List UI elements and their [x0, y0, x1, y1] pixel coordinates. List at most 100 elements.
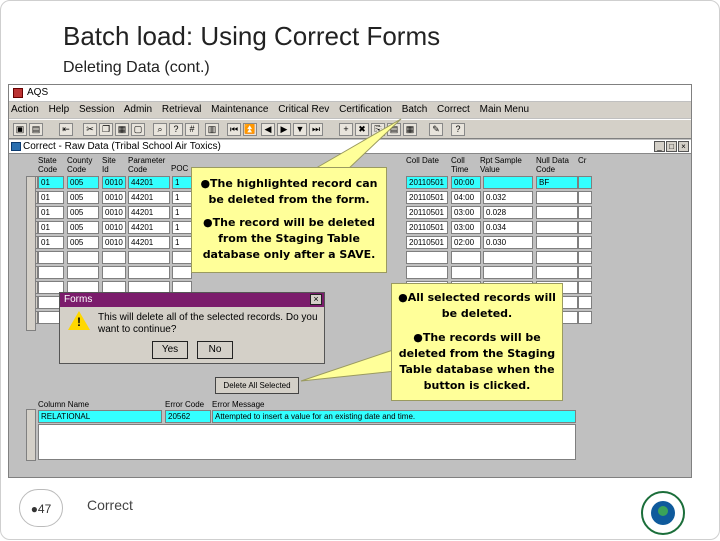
- menu-help[interactable]: Help: [49, 104, 70, 115]
- grid-cell[interactable]: [578, 176, 592, 189]
- menu-maintenance[interactable]: Maintenance: [211, 104, 268, 115]
- menu-main-menu[interactable]: Main Menu: [480, 104, 529, 115]
- menu-critical-rev[interactable]: Critical Rev: [278, 104, 329, 115]
- grid-cell[interactable]: 0010: [102, 206, 126, 219]
- clear-icon[interactable]: ▢: [131, 123, 145, 136]
- next-icon[interactable]: ▶: [277, 123, 291, 136]
- tools-icon[interactable]: ✎: [429, 123, 443, 136]
- grid-cell[interactable]: [578, 236, 592, 249]
- grid-cell[interactable]: [451, 251, 481, 264]
- grid-cell[interactable]: [128, 266, 170, 279]
- grid-cell[interactable]: 20110501: [406, 191, 448, 204]
- cut-icon[interactable]: ✂: [83, 123, 97, 136]
- first-icon[interactable]: ⏮: [227, 123, 241, 136]
- minimize-button[interactable]: _: [654, 141, 665, 152]
- grid-cell[interactable]: [483, 266, 533, 279]
- grid-cell[interactable]: [38, 266, 64, 279]
- grid-cell[interactable]: [578, 191, 592, 204]
- query-icon[interactable]: ?: [169, 123, 183, 136]
- grid-cell[interactable]: 44201: [128, 176, 170, 189]
- menu-certification[interactable]: Certification: [339, 104, 392, 115]
- close-window-button[interactable]: ×: [678, 141, 689, 152]
- count-icon[interactable]: #: [185, 123, 199, 136]
- menu-correct[interactable]: Correct: [437, 104, 470, 115]
- grid-cell[interactable]: [67, 251, 99, 264]
- menu-session[interactable]: Session: [79, 104, 115, 115]
- list-icon[interactable]: ▤: [387, 123, 401, 136]
- calendar-icon[interactable]: ▦: [403, 123, 417, 136]
- grid-icon[interactable]: ▥: [205, 123, 219, 136]
- dialog-close-button[interactable]: ×: [310, 294, 322, 305]
- grid-cell[interactable]: [172, 251, 192, 264]
- grid-cell[interactable]: [536, 221, 578, 234]
- help-icon[interactable]: ?: [451, 123, 465, 136]
- grid-cell[interactable]: 005: [67, 191, 99, 204]
- menu-admin[interactable]: Admin: [124, 104, 152, 115]
- delete-icon[interactable]: ✖: [355, 123, 369, 136]
- next-page-icon[interactable]: ▼: [293, 123, 307, 136]
- menu-retrieval[interactable]: Retrieval: [162, 104, 201, 115]
- grid-cell[interactable]: [102, 251, 126, 264]
- insert-icon[interactable]: +: [339, 123, 353, 136]
- print-icon[interactable]: ▤: [29, 123, 43, 136]
- error-message[interactable]: Attempted to insert a value for an exist…: [212, 410, 576, 423]
- menu-batch[interactable]: Batch: [402, 104, 428, 115]
- grid-cell[interactable]: 20110501: [406, 206, 448, 219]
- grid-cell[interactable]: 1: [172, 191, 192, 204]
- grid-cell[interactable]: [102, 266, 126, 279]
- grid-cell[interactable]: 20110501: [406, 176, 448, 189]
- grid-cell[interactable]: [406, 251, 448, 264]
- grid-cell[interactable]: 01: [38, 206, 64, 219]
- grid-cell[interactable]: 0010: [102, 176, 126, 189]
- copy-icon[interactable]: ❐: [99, 123, 113, 136]
- grid-cell[interactable]: 0010: [102, 221, 126, 234]
- last-icon[interactable]: ⏭: [309, 123, 323, 136]
- error-code[interactable]: 20562: [165, 410, 211, 423]
- grid-cell[interactable]: [578, 311, 592, 324]
- grid-cell[interactable]: [578, 206, 592, 219]
- grid-cell[interactable]: [578, 281, 592, 294]
- grid-cell[interactable]: 04:00: [451, 191, 481, 204]
- grid-cell[interactable]: 44201: [128, 206, 170, 219]
- grid-cell[interactable]: 44201: [128, 236, 170, 249]
- grid-cell[interactable]: 005: [67, 236, 99, 249]
- grid-cell[interactable]: [578, 221, 592, 234]
- grid-cell[interactable]: [536, 206, 578, 219]
- grid-cell[interactable]: [406, 266, 448, 279]
- grid-cell[interactable]: 0.028: [483, 206, 533, 219]
- grid-cell[interactable]: 1: [172, 176, 192, 189]
- grid-cell[interactable]: 01: [38, 236, 64, 249]
- prev-icon[interactable]: ◀: [261, 123, 275, 136]
- prev-page-icon[interactable]: ⏫: [243, 123, 257, 136]
- grid-cell[interactable]: 005: [67, 206, 99, 219]
- grid-cell[interactable]: 1: [172, 206, 192, 219]
- grid-cell[interactable]: [536, 191, 578, 204]
- menu-action[interactable]: Action: [11, 104, 39, 115]
- dialog-yes-button[interactable]: Yes: [152, 341, 188, 359]
- grid-cell[interactable]: 44201: [128, 221, 170, 234]
- delete-all-selected-button[interactable]: Delete All Selected: [215, 377, 299, 394]
- grid-cell[interactable]: 1: [172, 221, 192, 234]
- grid-cell[interactable]: [578, 266, 592, 279]
- grid-cell[interactable]: [578, 251, 592, 264]
- grid-cell[interactable]: 02:00: [451, 236, 481, 249]
- grid-cell[interactable]: BF: [536, 176, 578, 189]
- grid-cell[interactable]: [38, 251, 64, 264]
- grid-cell[interactable]: 01: [38, 221, 64, 234]
- grid-cell[interactable]: 0.034: [483, 221, 533, 234]
- grid-cell[interactable]: 01: [38, 176, 64, 189]
- grid-cell[interactable]: 005: [67, 221, 99, 234]
- grid-cell[interactable]: 20110501: [406, 236, 448, 249]
- duplicate-icon[interactable]: ⎘: [371, 123, 385, 136]
- paste-icon[interactable]: ▦: [115, 123, 129, 136]
- grid-cell[interactable]: [483, 176, 533, 189]
- grid-cell[interactable]: [67, 266, 99, 279]
- grid-cell[interactable]: [128, 251, 170, 264]
- grid-cell[interactable]: [483, 251, 533, 264]
- error-column-name[interactable]: RELATIONAL: [38, 410, 162, 423]
- grid-cell[interactable]: 0010: [102, 191, 126, 204]
- grid-cell[interactable]: [172, 266, 192, 279]
- error-scrollbar[interactable]: [26, 409, 36, 461]
- maximize-button[interactable]: □: [666, 141, 677, 152]
- grid-cell[interactable]: [536, 236, 578, 249]
